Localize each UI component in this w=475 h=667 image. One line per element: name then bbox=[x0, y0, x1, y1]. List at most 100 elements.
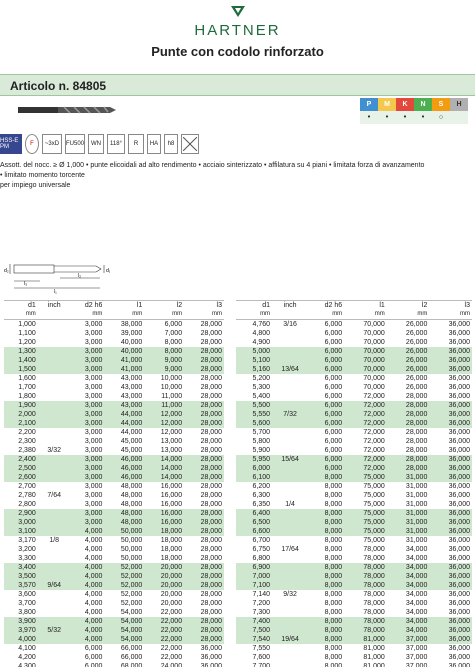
product-description: Assott. del nocc. ≥ Ø 1,000 • punte elic… bbox=[0, 161, 475, 191]
description-line: • limitato momento torcente bbox=[0, 172, 85, 179]
table-cell: 8,000 bbox=[324, 600, 343, 607]
table-cell: 8,000 bbox=[308, 626, 345, 635]
table-cell: 1,300 bbox=[4, 347, 38, 356]
table-cell: 14,000 bbox=[144, 464, 185, 473]
table-cell: 52,000 bbox=[104, 563, 145, 572]
table-row: 2,500 3,000 46,000 14,000 28,000 bbox=[4, 464, 224, 473]
table-cell: 36,000 bbox=[448, 447, 470, 454]
table-cell bbox=[272, 653, 308, 662]
table-cell: 3,000 bbox=[70, 455, 105, 464]
table-row: 5,900 6,000 72,000 28,000 36,000 bbox=[236, 446, 472, 455]
table-cell bbox=[38, 599, 71, 608]
table-cell: 1,500 bbox=[4, 365, 38, 374]
table-cell: 36,000 bbox=[429, 455, 472, 464]
table-cell: 3,900 bbox=[4, 617, 38, 626]
table-cell: 28,000 bbox=[184, 572, 224, 581]
table-cell: 2,380 bbox=[18, 447, 36, 454]
table-cell: 75,000 bbox=[344, 527, 387, 536]
table-cell: 1,100 bbox=[18, 330, 36, 337]
table-row: 1,600 3,000 43,000 10,000 28,000 bbox=[4, 374, 224, 383]
table-row: 3,170 1/8 4,000 50,000 18,000 28,000 bbox=[4, 536, 224, 545]
table-cell: 28,000 bbox=[386, 464, 430, 473]
table-cell: 19/64 bbox=[272, 635, 309, 644]
table-cell: 36,000 bbox=[448, 591, 470, 598]
table-cell: 75,000 bbox=[363, 501, 385, 508]
table-cell: 72,000 bbox=[363, 447, 385, 454]
table-cell: 6,000 bbox=[308, 419, 345, 428]
table-cell: 5,200 bbox=[252, 375, 271, 382]
table-cell: 6,000 bbox=[308, 455, 345, 464]
table-cell: 36,000 bbox=[448, 492, 470, 499]
table-row: 5,200 6,000 70,000 26,000 36,000 bbox=[236, 374, 472, 383]
table-cell: 22,000 bbox=[160, 645, 183, 652]
table-cell bbox=[37, 401, 71, 410]
table-cell: 20,000 bbox=[144, 572, 185, 581]
material-dot-p: • bbox=[360, 111, 378, 124]
table-cell bbox=[272, 356, 309, 365]
table-cell: 3,000 bbox=[84, 375, 103, 382]
table-cell: 2,200 bbox=[18, 429, 36, 436]
table-row: 1,000 3,000 38,000 6,000 28,000 bbox=[4, 320, 224, 330]
table-cell: 78,000 bbox=[363, 609, 385, 616]
material-letter-k: K bbox=[396, 98, 414, 111]
table-cell: 37,000 bbox=[405, 645, 428, 652]
table-cell: 3,000 bbox=[84, 339, 103, 346]
table-cell: 36,000 bbox=[448, 546, 470, 553]
table-cell bbox=[38, 374, 71, 383]
column-header: l2 bbox=[386, 300, 430, 310]
table-cell bbox=[272, 383, 308, 392]
table-cell: 7,700 bbox=[252, 663, 271, 667]
table-cell: 1/8 bbox=[49, 537, 60, 544]
table-cell: 34,000 bbox=[386, 563, 430, 572]
table-cell: 54,000 bbox=[120, 609, 143, 616]
table-cell: 54,000 bbox=[104, 635, 145, 644]
table-cell: 75,000 bbox=[363, 483, 385, 490]
table-cell: 28,000 bbox=[386, 419, 430, 428]
table-cell: 18,000 bbox=[160, 537, 183, 544]
table-cell: 43,000 bbox=[120, 384, 143, 391]
table-cell: 3/16 bbox=[283, 321, 297, 328]
table-cell: 28,000 bbox=[184, 518, 224, 527]
table-cell bbox=[272, 536, 308, 545]
table-cell: 44,000 bbox=[104, 419, 145, 428]
table-cell: 28,000 bbox=[184, 419, 224, 428]
table-row: 6,000 6,000 72,000 28,000 36,000 bbox=[236, 464, 472, 473]
material-letter-n: N bbox=[414, 98, 432, 111]
table-row: 3,800 4,000 54,000 22,000 28,000 bbox=[4, 608, 224, 617]
table-cell: 2,900 bbox=[4, 509, 38, 518]
table-cell: 37,000 bbox=[386, 635, 430, 644]
table-cell: 36,000 bbox=[429, 572, 472, 581]
table-cell: 28,000 bbox=[200, 501, 222, 508]
table-cell: 70,000 bbox=[363, 339, 385, 346]
table-cell: 66,000 bbox=[120, 654, 143, 661]
table-cell bbox=[272, 644, 308, 653]
table-cell: 28,000 bbox=[200, 483, 222, 490]
table-cell: 4,760 bbox=[252, 321, 271, 328]
table-cell bbox=[37, 356, 71, 365]
table-row: 1,900 3,000 43,000 11,000 28,000 bbox=[4, 401, 224, 410]
table-row: 3,600 4,000 52,000 20,000 28,000 bbox=[4, 590, 224, 599]
table-cell: 46,000 bbox=[104, 455, 145, 464]
table-cell: 28,000 bbox=[184, 401, 224, 410]
table-cell: 2,500 bbox=[4, 464, 38, 473]
table-cell: 6,200 bbox=[252, 483, 271, 490]
brand-name: HARTNER bbox=[194, 22, 281, 39]
table-cell: 5,100 bbox=[236, 356, 273, 365]
table-cell: 28,000 bbox=[184, 617, 224, 626]
table-cell bbox=[272, 518, 309, 527]
table-cell: 36,000 bbox=[429, 347, 472, 356]
table-cell: 1,000 bbox=[18, 321, 36, 328]
table-cell: 81,000 bbox=[363, 654, 385, 661]
table-cell: 26,000 bbox=[405, 330, 428, 337]
table-cell: 34,000 bbox=[386, 572, 430, 581]
table-cell: 24,000 bbox=[160, 663, 183, 667]
table-cell: 28,000 bbox=[405, 438, 428, 445]
table-cell: 20,000 bbox=[160, 600, 183, 607]
table-cell: 6,750 bbox=[252, 546, 271, 553]
table-cell: 3,000 bbox=[84, 429, 103, 436]
table-cell: 3,000 bbox=[84, 492, 103, 499]
table-cell: 1,700 bbox=[18, 384, 36, 391]
table-cell: 10,000 bbox=[160, 375, 183, 382]
feature-icon-5: 118° bbox=[107, 134, 125, 154]
column-unit: mm bbox=[144, 310, 185, 320]
